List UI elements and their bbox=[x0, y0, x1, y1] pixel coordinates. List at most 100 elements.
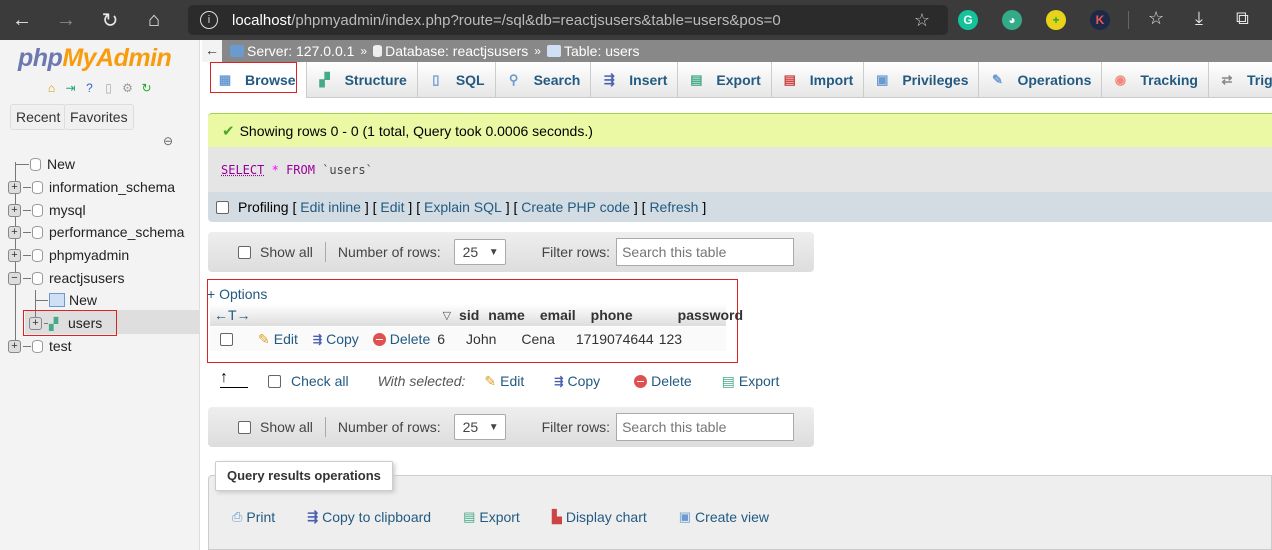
recent-button[interactable]: Recent bbox=[10, 104, 67, 130]
row-copy-button[interactable]: ⇶ Copy bbox=[313, 331, 359, 347]
collapse-icon[interactable]: − bbox=[8, 271, 21, 285]
site-info-icon[interactable]: i bbox=[200, 11, 218, 29]
logout-icon[interactable]: ⇥ bbox=[63, 80, 78, 95]
show-all-label[interactable]: Show all bbox=[260, 419, 313, 435]
column-header-phone[interactable]: phone bbox=[591, 307, 633, 323]
filter-rows-input[interactable] bbox=[616, 238, 795, 266]
add-favorite-icon[interactable]: ☆ bbox=[914, 10, 930, 31]
column-header-password[interactable]: password bbox=[678, 307, 743, 323]
bulk-export-button[interactable]: ▤ Export bbox=[722, 373, 780, 390]
show-all-checkbox[interactable] bbox=[238, 420, 251, 434]
idm-extension-icon[interactable]: ◕ bbox=[1002, 10, 1022, 30]
tab-insert[interactable]: ⇶ Insert bbox=[591, 62, 679, 98]
breadcrumb-table[interactable]: Table: users bbox=[546, 43, 639, 59]
tab-operations[interactable]: ✎ Operations bbox=[979, 62, 1103, 98]
plus-extension-icon[interactable]: + bbox=[1046, 10, 1066, 30]
reload-button[interactable]: ↻ bbox=[88, 0, 132, 40]
cell-phone[interactable]: 1719074644 bbox=[576, 331, 654, 347]
tree-item-reactjsusers[interactable]: − reactjsusers bbox=[8, 267, 124, 289]
check-all-label[interactable]: Check all bbox=[291, 373, 349, 389]
tab-tracking[interactable]: ◉ Tracking bbox=[1102, 62, 1209, 98]
create-view-button[interactable]: ▣ Create view bbox=[679, 509, 769, 525]
column-header-email[interactable]: email bbox=[540, 307, 576, 323]
tree-item-test[interactable]: + test bbox=[8, 335, 72, 357]
show-all-label[interactable]: Show all bbox=[260, 244, 313, 260]
row-edit-button[interactable]: ✎ Edit bbox=[258, 331, 298, 348]
show-all-checkbox[interactable] bbox=[238, 245, 251, 259]
refresh-link[interactable]: Refresh bbox=[649, 199, 698, 215]
favorites-icon[interactable]: ☆ bbox=[1148, 8, 1164, 29]
tab-structure[interactable]: ▞ Structure bbox=[307, 62, 418, 98]
number-of-rows-label: Number of rows: bbox=[337, 244, 441, 260]
breadcrumb-database[interactable]: Database: reactjsusers bbox=[373, 43, 528, 59]
k-extension-icon[interactable]: K bbox=[1090, 10, 1110, 30]
tree-item-new-database[interactable]: New bbox=[15, 153, 75, 175]
expand-icon[interactable]: + bbox=[8, 225, 21, 239]
explain-sql-link[interactable]: Explain SQL bbox=[424, 199, 502, 215]
favorites-button[interactable]: Favorites bbox=[64, 104, 134, 130]
column-header-sid[interactable]: sid bbox=[459, 307, 479, 323]
tree-item-information-schema[interactable]: + information_schema bbox=[8, 176, 175, 198]
display-chart-button[interactable]: ▙ Display chart bbox=[552, 509, 647, 525]
cell-name[interactable]: John bbox=[466, 331, 496, 347]
breadcrumb-separator: » bbox=[360, 44, 368, 58]
home-button[interactable]: ⌂ bbox=[132, 0, 176, 40]
phpmyadmin-logo[interactable]: phpMyAdmin bbox=[18, 44, 172, 73]
forward-button[interactable]: → bbox=[44, 0, 88, 40]
cell-sid[interactable]: 6 bbox=[437, 331, 445, 347]
docs-icon[interactable]: ▯ bbox=[101, 80, 116, 95]
edit-inline-link[interactable]: Edit inline bbox=[300, 199, 361, 215]
collections-icon[interactable]: ⧉ bbox=[1236, 8, 1249, 29]
bulk-copy-button[interactable]: ⇶ Copy bbox=[554, 373, 600, 389]
home-icon[interactable]: ⌂ bbox=[44, 80, 59, 95]
export-button[interactable]: ▤ Export bbox=[463, 509, 520, 525]
address-bar[interactable]: i localhost /phpmyadmin/index.php?route=… bbox=[188, 5, 948, 35]
help-icon[interactable]: ? bbox=[82, 80, 97, 95]
tree-item-new-table[interactable]: New bbox=[36, 289, 97, 311]
row-delete-button[interactable]: Delete bbox=[372, 331, 430, 347]
tab-export[interactable]: ▤ Export bbox=[678, 62, 772, 98]
breadcrumb-server[interactable]: Server: 127.0.0.1 bbox=[230, 43, 354, 59]
profiling-checkbox[interactable] bbox=[216, 200, 229, 214]
options-toggle[interactable]: + Options bbox=[207, 286, 267, 302]
tab-import[interactable]: ▤ Import bbox=[772, 62, 865, 98]
edit-link[interactable]: Edit bbox=[380, 199, 404, 215]
check-all-checkbox[interactable] bbox=[268, 374, 281, 388]
downloads-icon[interactable]: ⤓ bbox=[1195, 8, 1203, 29]
expand-icon[interactable]: + bbox=[8, 339, 21, 353]
collapse-sidebar-arrow[interactable]: ← bbox=[202, 40, 222, 62]
grammarly-extension-icon[interactable]: G bbox=[958, 10, 978, 30]
tab-sql[interactable]: ▯ SQL bbox=[418, 62, 496, 98]
database-icon bbox=[32, 180, 43, 194]
back-button[interactable]: ← bbox=[0, 0, 44, 40]
main-panel: ← Server: 127.0.0.1 » Database: reactjsu… bbox=[202, 40, 1272, 550]
copy-to-clipboard-button[interactable]: ⇶ Copy to clipboard bbox=[307, 509, 431, 525]
print-button[interactable]: ⎙ Print bbox=[232, 509, 275, 525]
expand-icon[interactable]: + bbox=[8, 248, 21, 262]
bulk-edit-button[interactable]: ✎ Edit bbox=[484, 373, 524, 390]
tree-item-mysql[interactable]: + mysql bbox=[8, 199, 86, 221]
number-of-rows-select[interactable]: 25 ▼ bbox=[453, 239, 506, 265]
link-with-main-panel-icon[interactable]: ⊖ bbox=[163, 134, 173, 148]
reload-navigation-icon[interactable]: ↻ bbox=[139, 80, 154, 95]
sort-dropdown-icon[interactable]: ▽ bbox=[443, 309, 451, 322]
expand-icon[interactable]: + bbox=[8, 180, 21, 194]
sql-keyword[interactable]: SELECT bbox=[221, 163, 264, 177]
row-checkbox[interactable] bbox=[220, 332, 233, 346]
tab-search[interactable]: ⚲ Search bbox=[496, 62, 592, 98]
cell-email[interactable]: Cena bbox=[521, 331, 554, 347]
tab-triggers[interactable]: ⇄Triggers bbox=[1209, 62, 1272, 98]
tree-item-performance-schema[interactable]: + performance_schema bbox=[8, 221, 184, 243]
expand-icon[interactable]: + bbox=[8, 203, 21, 217]
column-header-name[interactable]: name bbox=[488, 307, 525, 323]
number-of-rows-select[interactable]: 25 ▼ bbox=[453, 414, 506, 440]
column-resize-arrows-icon[interactable]: ←T→ bbox=[214, 307, 251, 323]
create-php-code-link[interactable]: Create PHP code bbox=[521, 199, 630, 215]
tab-privileges[interactable]: ▣ Privileges bbox=[864, 62, 980, 98]
filter-rows-input[interactable] bbox=[616, 413, 795, 441]
cell-password[interactable]: 123 bbox=[659, 331, 682, 347]
navigation-sidebar: phpMyAdmin ⌂ ⇥ ? ▯ ⚙ ↻ Recent Favorites … bbox=[0, 40, 200, 550]
tree-item-phpmyadmin[interactable]: + phpmyadmin bbox=[8, 244, 129, 266]
bulk-delete-button[interactable]: Delete bbox=[634, 373, 692, 389]
settings-gear-icon[interactable]: ⚙ bbox=[120, 80, 135, 95]
